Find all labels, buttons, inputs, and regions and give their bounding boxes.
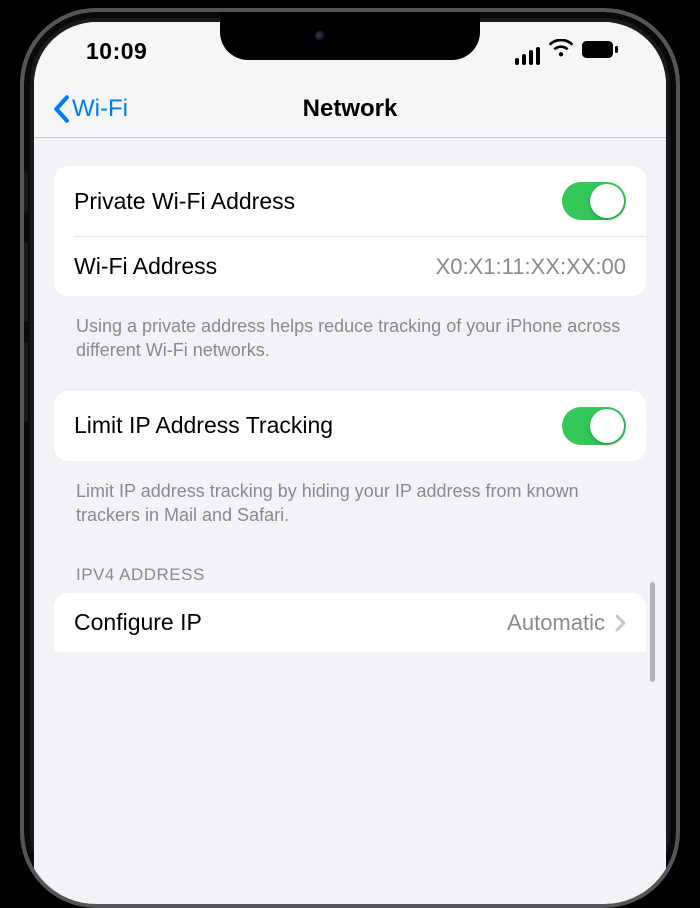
- limit-tracking-label: Limit IP Address Tracking: [74, 412, 333, 439]
- ipv4-header: IPV4 ADDRESS: [54, 555, 646, 593]
- wifi-address-value: X0:X1:11:XX:XX:00: [436, 254, 626, 280]
- device-side-button: [20, 342, 28, 422]
- page-title: Network: [303, 95, 398, 123]
- private-wifi-footer: Using a private address helps reduce tra…: [54, 306, 646, 391]
- private-wifi-toggle-row: Private Wi-Fi Address: [54, 166, 646, 236]
- back-button[interactable]: Wi-Fi: [52, 95, 128, 123]
- limit-tracking-group: Limit IP Address Tracking: [54, 391, 646, 461]
- limit-tracking-row: Limit IP Address Tracking: [54, 391, 646, 461]
- configure-ip-label: Configure IP: [74, 609, 202, 636]
- limit-tracking-switch[interactable]: [562, 407, 626, 445]
- ipv4-group: Configure IP Automatic: [54, 593, 646, 652]
- chevron-right-icon: [615, 614, 626, 632]
- screen: 10:09 Wi-Fi Network Private Wi-Fi: [34, 22, 666, 904]
- battery-icon: [582, 38, 618, 65]
- configure-ip-value: Automatic: [507, 610, 605, 636]
- private-wifi-label: Private Wi-Fi Address: [74, 188, 295, 215]
- device-frame: 10:09 Wi-Fi Network Private Wi-Fi: [20, 8, 680, 908]
- private-wifi-group: Private Wi-Fi Address Wi-Fi Address X0:X…: [54, 166, 646, 296]
- wifi-address-label: Wi-Fi Address: [74, 253, 217, 280]
- device-side-button: [20, 172, 28, 212]
- chevron-left-icon: [52, 95, 70, 123]
- content[interactable]: Private Wi-Fi Address Wi-Fi Address X0:X…: [34, 138, 666, 652]
- notch: [220, 12, 480, 60]
- configure-ip-row[interactable]: Configure IP Automatic: [54, 593, 646, 652]
- limit-tracking-footer: Limit IP address tracking by hiding your…: [54, 471, 646, 556]
- private-wifi-switch[interactable]: [562, 182, 626, 220]
- cellular-icon: [515, 47, 541, 65]
- device-side-button: [20, 242, 28, 322]
- nav-bar: Wi-Fi Network: [34, 80, 666, 138]
- scroll-indicator[interactable]: [650, 582, 655, 682]
- status-icons: [515, 38, 619, 65]
- camera-icon: [315, 31, 325, 41]
- wifi-address-row: Wi-Fi Address X0:X1:11:XX:XX:00: [54, 237, 646, 296]
- wifi-icon: [548, 38, 574, 65]
- status-time: 10:09: [86, 38, 147, 65]
- back-label: Wi-Fi: [72, 95, 128, 123]
